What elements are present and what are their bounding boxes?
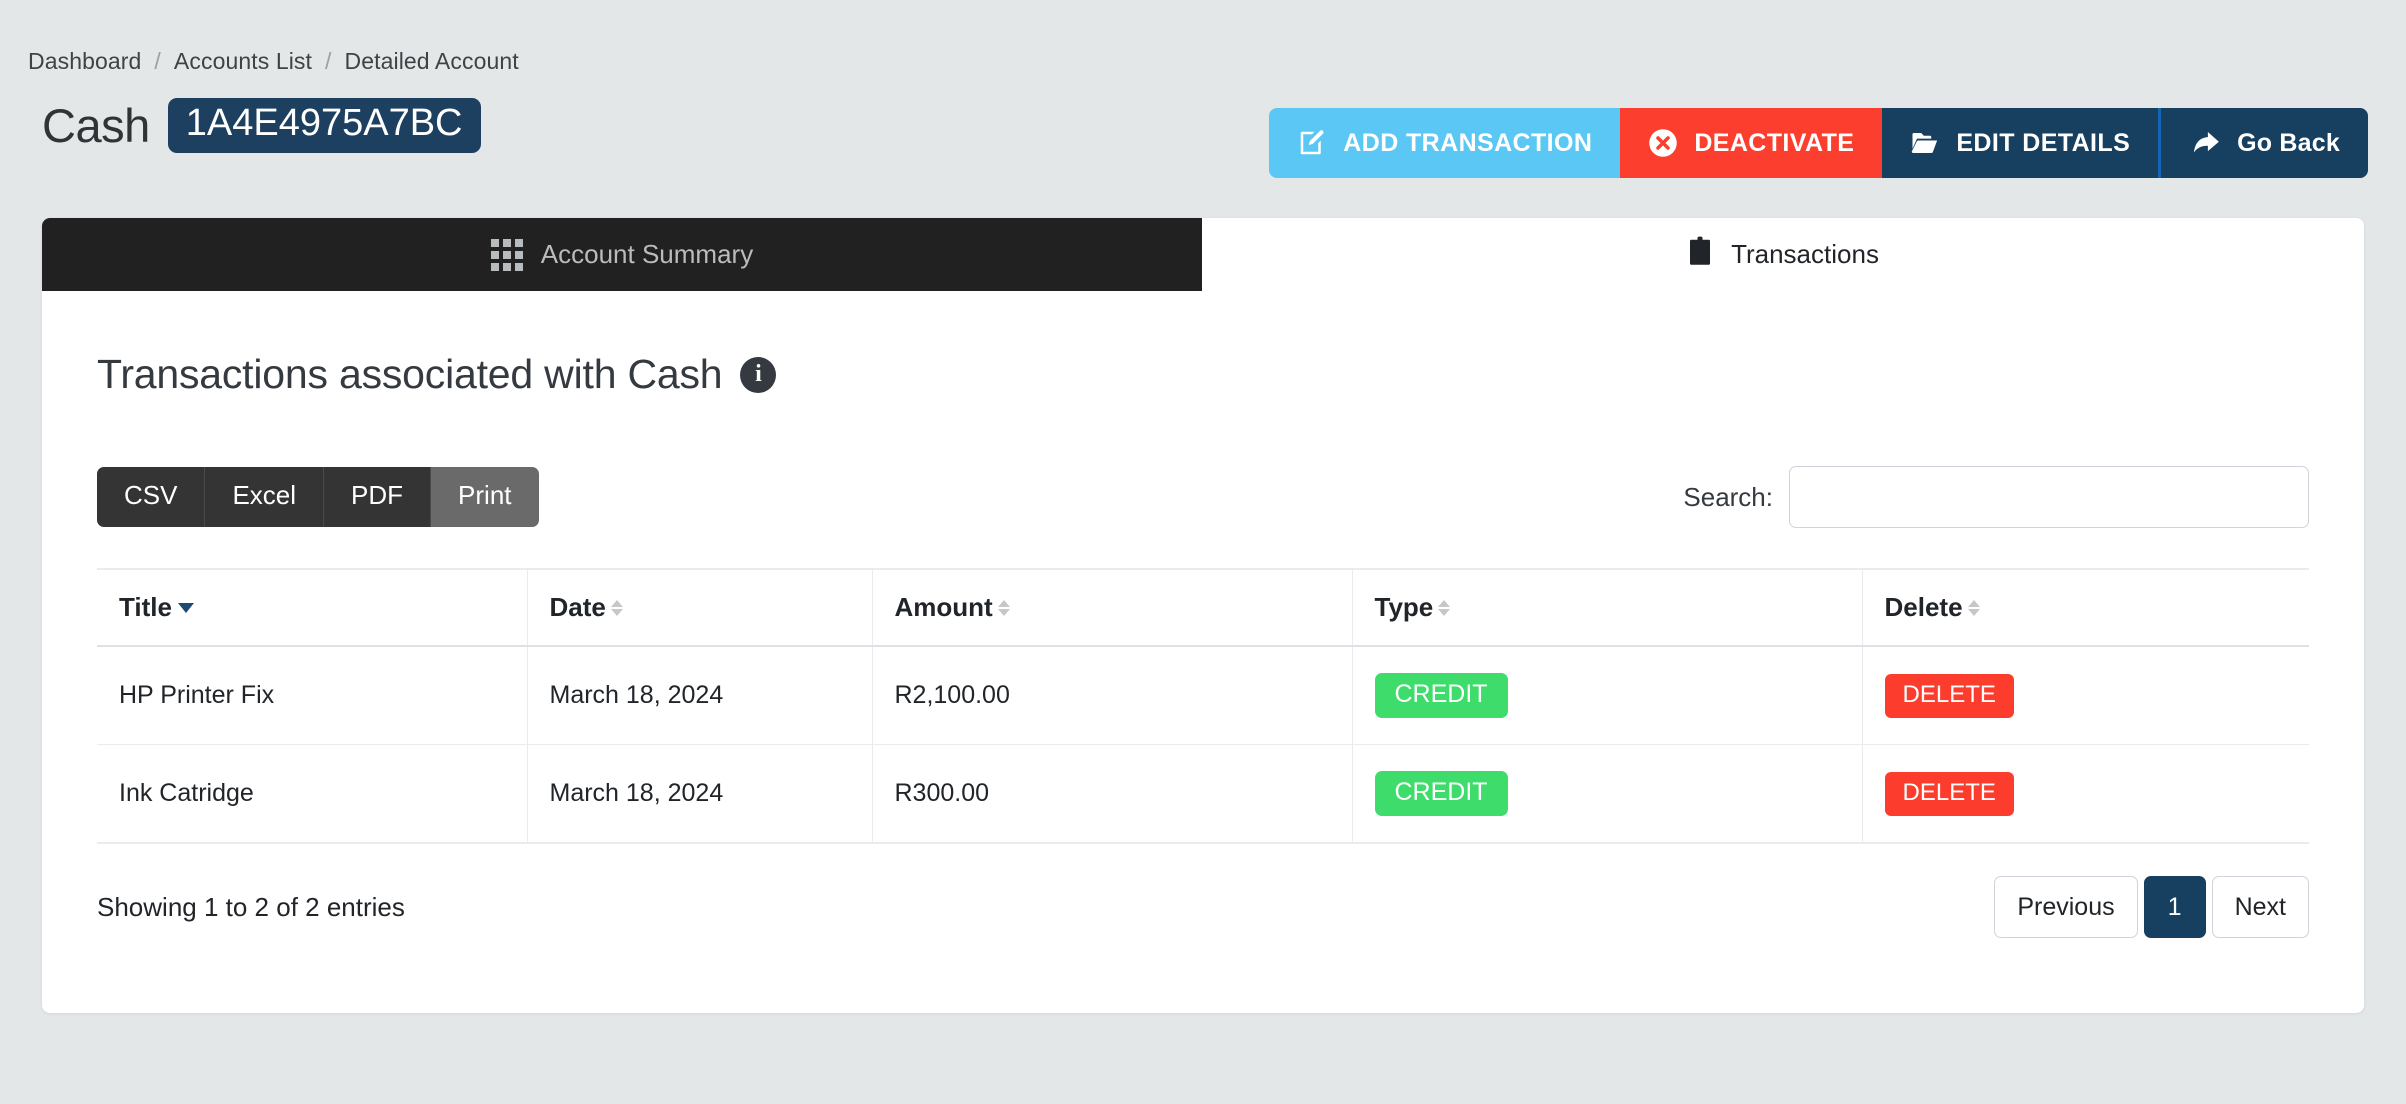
pagination-previous-button[interactable]: Previous bbox=[1994, 876, 2138, 938]
edit-square-icon bbox=[1297, 128, 1327, 158]
pagination: Previous 1 Next bbox=[1994, 876, 2309, 938]
table-row: Ink Catridge March 18, 2024 R300.00 CRED… bbox=[97, 744, 2309, 844]
edit-details-label: EDIT DETAILS bbox=[1956, 128, 2131, 157]
info-icon[interactable]: i bbox=[740, 356, 777, 393]
add-transaction-label: ADD TRANSACTION bbox=[1343, 128, 1593, 157]
status-badge: CREDIT bbox=[1374, 673, 1508, 718]
column-header-delete-label: Delete bbox=[1884, 592, 1963, 622]
breadcrumb-item-detailed-account: Detailed Account bbox=[344, 48, 519, 74]
cell-amount: R300.00 bbox=[872, 744, 1353, 844]
column-header-delete[interactable]: Delete bbox=[1862, 568, 2309, 647]
cell-title: Ink Catridge bbox=[97, 744, 528, 844]
table-row: HP Printer Fix March 18, 2024 R2,100.00 … bbox=[97, 646, 2309, 745]
delete-button[interactable]: DELETE bbox=[1884, 673, 2014, 718]
cell-date: March 18, 2024 bbox=[527, 646, 873, 745]
cell-type: CREDIT bbox=[1352, 744, 1863, 844]
cell-delete: DELETE bbox=[1862, 744, 2309, 844]
status-badge: CREDIT bbox=[1374, 771, 1508, 816]
column-header-amount-label: Amount bbox=[894, 592, 993, 622]
account-code-badge: 1A4E4975A7BC bbox=[167, 98, 481, 153]
cell-delete: DELETE bbox=[1862, 646, 2309, 745]
grid-icon bbox=[490, 238, 523, 271]
clipboard-icon bbox=[1687, 236, 1713, 273]
delete-button[interactable]: DELETE bbox=[1884, 771, 2014, 816]
sort-both-icon bbox=[997, 599, 1010, 616]
breadcrumb-item-accounts-list[interactable]: Accounts List bbox=[174, 48, 312, 75]
tab-transactions[interactable]: Transactions bbox=[1202, 218, 2364, 291]
export-pdf-button[interactable]: PDF bbox=[324, 467, 432, 527]
add-transaction-button[interactable]: ADD TRANSACTION bbox=[1269, 108, 1621, 178]
transactions-table: Title Date Amount Type Delete HP Printer… bbox=[97, 568, 2309, 844]
tab-transactions-label: Transactions bbox=[1731, 239, 1879, 269]
section-title: Transactions associated with Cash i bbox=[97, 351, 2309, 398]
pagination-page-1-button[interactable]: 1 bbox=[2143, 876, 2206, 938]
cell-amount: R2,100.00 bbox=[872, 646, 1353, 745]
go-back-label: Go Back bbox=[2237, 128, 2340, 157]
go-back-button[interactable]: Go Back bbox=[2158, 108, 2368, 178]
table-head: Title Date Amount Type Delete bbox=[97, 568, 2309, 647]
deactivate-button[interactable]: DEACTIVATE bbox=[1620, 108, 1883, 178]
search-label: Search: bbox=[1683, 481, 1773, 512]
sort-desc-icon bbox=[177, 602, 194, 613]
section-title-text: Transactions associated with Cash bbox=[97, 351, 723, 397]
column-header-type[interactable]: Type bbox=[1352, 568, 1863, 647]
sort-both-icon bbox=[1438, 599, 1451, 616]
action-button-group: ADD TRANSACTION DEACTIVATE EDIT DETAILS bbox=[1269, 108, 2368, 178]
breadcrumb-separator: / bbox=[325, 48, 332, 74]
page-title: Cash 1A4E4975A7BC bbox=[42, 98, 481, 153]
sort-both-icon bbox=[610, 599, 623, 616]
export-excel-button[interactable]: Excel bbox=[205, 467, 325, 527]
tab-account-summary-label: Account Summary bbox=[540, 239, 754, 269]
tab-account-summary[interactable]: Account Summary bbox=[42, 218, 1202, 291]
column-header-title-label: Title bbox=[119, 592, 172, 622]
breadcrumb: Dashboard / Accounts List / Detailed Acc… bbox=[28, 48, 519, 75]
share-arrow-icon bbox=[2191, 129, 2221, 157]
export-csv-button[interactable]: CSV bbox=[97, 467, 206, 527]
search-area: Search: bbox=[1683, 466, 2309, 528]
column-header-amount[interactable]: Amount bbox=[872, 568, 1353, 647]
breadcrumb-separator: / bbox=[154, 48, 161, 74]
table-header-row: Title Date Amount Type Delete bbox=[97, 568, 2309, 647]
column-header-date-label: Date bbox=[549, 592, 606, 622]
table-footer: Showing 1 to 2 of 2 entries Previous 1 N… bbox=[97, 876, 2309, 938]
edit-details-button[interactable]: EDIT DETAILS bbox=[1882, 108, 2159, 178]
column-header-date[interactable]: Date bbox=[527, 568, 873, 647]
column-header-title[interactable]: Title bbox=[97, 568, 528, 647]
breadcrumb-item-dashboard[interactable]: Dashboard bbox=[28, 48, 141, 75]
sort-both-icon bbox=[1967, 599, 1980, 616]
cell-date: March 18, 2024 bbox=[527, 744, 873, 844]
folder-open-icon bbox=[1910, 130, 1940, 156]
entries-info: Showing 1 to 2 of 2 entries bbox=[97, 891, 405, 922]
column-header-type-label: Type bbox=[1374, 592, 1434, 622]
card-body: Transactions associated with Cash i CSV … bbox=[42, 351, 2364, 938]
export-button-group: CSV Excel PDF Print bbox=[97, 467, 539, 527]
info-icon-glyph: i bbox=[755, 361, 762, 387]
account-name: Cash bbox=[42, 99, 150, 152]
export-print-button[interactable]: Print bbox=[431, 467, 539, 527]
content-card: Account Summary Transactions Transaction… bbox=[42, 218, 2364, 1013]
page-root: Dashboard / Accounts List / Detailed Acc… bbox=[0, 0, 2406, 1104]
table-body: HP Printer Fix March 18, 2024 R2,100.00 … bbox=[97, 646, 2309, 844]
deactivate-label: DEACTIVATE bbox=[1694, 128, 1855, 157]
tab-bar: Account Summary Transactions bbox=[42, 218, 2364, 291]
cell-type: CREDIT bbox=[1352, 646, 1863, 745]
pagination-next-button[interactable]: Next bbox=[2211, 876, 2309, 938]
x-circle-icon bbox=[1648, 128, 1678, 158]
search-input[interactable] bbox=[1789, 466, 2309, 528]
table-toolbar: CSV Excel PDF Print Search: bbox=[97, 466, 2309, 528]
cell-title: HP Printer Fix bbox=[97, 646, 528, 745]
